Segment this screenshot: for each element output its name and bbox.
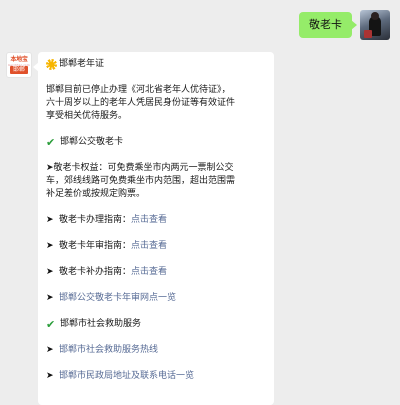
avatar-accent — [364, 30, 372, 38]
paragraph-line: 六十周岁以上的老年人凭居民身份证等有效证件 — [46, 98, 236, 108]
check-icon: ✔ — [46, 136, 56, 149]
guide-annual-review: ➤ 敬老卡年审指南： 点击查看 — [46, 240, 266, 253]
guide-replacement-link[interactable]: 点击查看 — [131, 266, 167, 279]
guide-apply: ➤ 敬老卡办理指南： 点击查看 — [46, 214, 266, 227]
civil-affairs-contact-link[interactable]: 邯郸市民政局地址及联系电话一览 — [59, 370, 194, 383]
outgoing-message-row: 敬老卡 — [299, 10, 390, 40]
arrow-right-icon: ➤ — [46, 345, 54, 355]
guide-apply-link[interactable]: 点击查看 — [131, 214, 167, 227]
civil-affairs-contact: ➤ 邯郸市民政局地址及联系电话一览 — [46, 370, 266, 383]
heading-elderly-card-text: 邯郸老年证 — [59, 59, 105, 69]
guide-annual-review-label: 敬老卡年审指南： — [59, 241, 132, 251]
assistance-hotline: ➤ 邯郸市社会救助服务热线 — [46, 344, 266, 357]
paragraph-line: ➤敬老卡权益：可免费乘坐市内两元一票制公交 — [46, 163, 234, 173]
guide-apply-label: 敬老卡办理指南： — [59, 215, 132, 225]
heading-bus-card: ✔ 邯郸公交敬老卡 — [46, 136, 266, 149]
review-sites-link[interactable]: 邯郸公交敬老卡年审网点一览 — [59, 292, 176, 305]
outgoing-message-bubble[interactable]: 敬老卡 — [299, 12, 357, 38]
guide-replacement-label: 敬老卡补办指南： — [59, 267, 132, 277]
arrow-right-icon: ➤ — [46, 267, 54, 277]
paragraph-line: 车，郊线线路可免费乘坐市内范围，超出范围需 — [46, 176, 236, 186]
user-avatar[interactable] — [360, 10, 390, 40]
paragraph-line: 补足差价或按规定购票。 — [46, 189, 146, 199]
arrow-right-icon: ➤ — [46, 215, 54, 225]
guide-annual-review-link[interactable]: 点击查看 — [131, 240, 167, 253]
incoming-message-bubble: 邯郸老年证 邯郸目前已停止办理《河北省老年人优待证》， 六十周岁以上的老年人凭居… — [33, 52, 274, 405]
guide-replacement: ➤ 敬老卡补办指南： 点击查看 — [46, 266, 266, 279]
heading-social-assistance: ✔ 邯郸市社会救助服务 — [46, 318, 266, 331]
paragraph-line: 邯郸目前已停止办理《河北省老年人优待证》， — [46, 85, 231, 95]
heading-social-assistance-text: 邯郸市社会救助服务 — [60, 319, 142, 329]
paragraph-line: 享受相关优待服务。 — [46, 111, 128, 121]
avatar-brand-bottom: 邯郸 — [10, 66, 28, 74]
avatar-brand-top: 本地宝 — [10, 56, 28, 63]
sun-icon — [46, 59, 57, 70]
official-account-avatar[interactable]: 本地宝 bendibao.com 邯郸 — [6, 52, 32, 78]
paragraph-card-benefits: ➤敬老卡权益：可免费乘坐市内两元一票制公交 车，郊线线路可免费乘坐市内范围，超出… — [46, 162, 266, 201]
heading-elderly-card: 邯郸老年证 — [46, 58, 266, 71]
arrow-right-icon: ➤ — [46, 293, 54, 303]
assistance-hotline-link[interactable]: 邯郸市社会救助服务热线 — [59, 344, 158, 357]
arrow-right-icon: ➤ — [46, 241, 54, 251]
paragraph-elderly-card: 邯郸目前已停止办理《河北省老年人优待证》， 六十周岁以上的老年人凭居民身份证等有… — [46, 84, 266, 123]
review-sites: ➤ 邯郸公交敬老卡年审网点一览 — [46, 292, 266, 305]
arrow-right-icon: ➤ — [46, 371, 54, 381]
check-icon: ✔ — [46, 318, 56, 331]
heading-bus-card-text: 邯郸公交敬老卡 — [60, 137, 124, 147]
